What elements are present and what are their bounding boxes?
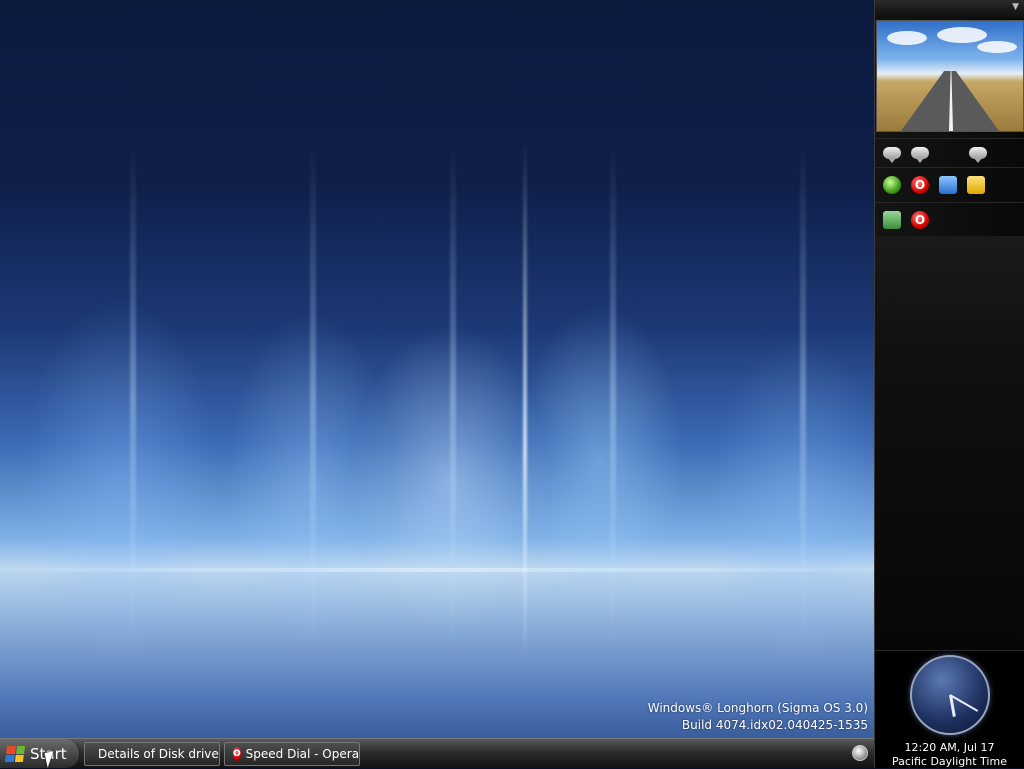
cloud [937, 27, 987, 43]
watermark-version: Windows® Longhorn (Sigma OS 3.0) [647, 701, 868, 715]
folder-icon[interactable] [967, 176, 985, 194]
sidebar-header: ▼ [875, 0, 1024, 18]
windows-flag-icon [4, 745, 26, 762]
watermark-build: Build 4074.idx02.040425-1535 [681, 718, 868, 732]
opera-icon: O [233, 747, 241, 761]
horizon-reflection [0, 568, 874, 572]
taskbar-item-label: Details of Disk drive [98, 747, 219, 761]
clock-time-text: 12:20 AM, Jul 17 [904, 741, 995, 754]
analog-clock [909, 655, 990, 735]
clock-timezone-text: Pacific Daylight Time [892, 755, 1007, 768]
light-streak [450, 140, 456, 660]
quick-launch-row-2: O [875, 202, 1024, 237]
chat-bubbles-icon[interactable] [911, 147, 929, 163]
opera-icon[interactable]: O [911, 176, 929, 194]
taskbar-item-label: Speed Dial - Opera [245, 747, 360, 761]
desktop[interactable]: Windows® Longhorn (Sigma OS 3.0) Build 4… [0, 0, 874, 738]
sidebar: ▼ O O 12:20 AM, Jul 17 Pacific Daylight … [874, 0, 1024, 768]
sidebar-empty-area [875, 236, 1024, 650]
messenger-gadget [875, 138, 1024, 167]
chat-bubble-icon[interactable] [969, 147, 987, 163]
light-streak [610, 140, 616, 660]
taskbar-item-disk-details[interactable]: Details of Disk drive [84, 742, 220, 766]
chat-bubbles-icon[interactable] [883, 147, 901, 163]
opera-icon[interactable]: O [911, 211, 929, 229]
cloud [887, 31, 927, 45]
light-streak [800, 140, 806, 660]
slideshow-gadget[interactable] [876, 20, 1024, 132]
cloud [977, 41, 1017, 53]
taskbar-item-opera[interactable]: O Speed Dial - Opera [224, 742, 360, 766]
light-streak [130, 140, 136, 660]
quick-launch-row-1: O [875, 167, 1024, 202]
light-streak [523, 140, 527, 660]
security-shield-icon[interactable] [883, 211, 901, 229]
green-orb-icon[interactable] [883, 176, 901, 194]
start-button[interactable]: Start [0, 739, 80, 768]
monitor-icon[interactable] [939, 176, 957, 194]
tray-orb-icon[interactable] [852, 745, 868, 761]
taskbar: Start Details of Disk drive O Speed Dial… [0, 738, 874, 768]
os-watermark: Windows® Longhorn (Sigma OS 3.0) Build 4… [648, 700, 868, 734]
light-streak [310, 140, 316, 660]
clock-gadget[interactable]: 12:20 AM, Jul 17 Pacific Daylight Time [875, 650, 1024, 768]
sidebar-menu-arrow-icon[interactable]: ▼ [1012, 2, 1019, 12]
